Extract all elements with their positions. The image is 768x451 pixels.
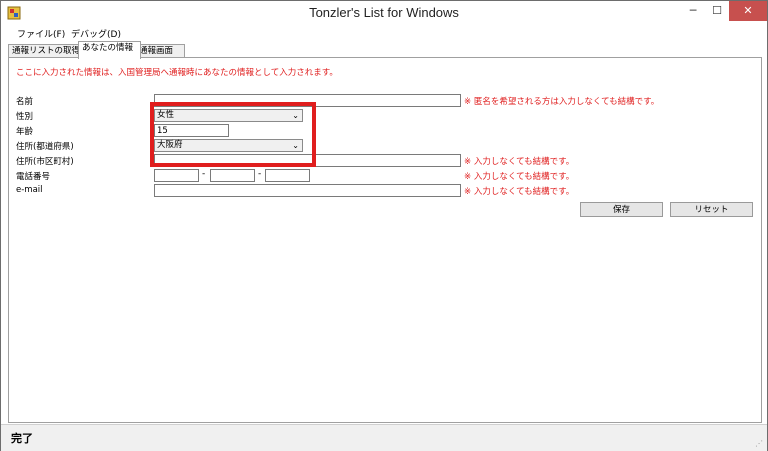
tab-strip: 通報リストの取得 あなたの情報 通報画面 [1, 41, 767, 59]
your-info-panel: ここに入力された情報は、入国管理局へ通報時にあなたの情報として入力されます。 名… [8, 57, 762, 423]
reset-button[interactable]: リセット [670, 202, 753, 217]
prefecture-label: 住所(都道府県) [16, 142, 74, 152]
menu-bar: ファイル(F) デバッグ(D) [1, 25, 767, 41]
highlight-box [150, 102, 316, 167]
window-title: Tonzler's List for Windows [309, 5, 459, 20]
app-window: Tonzler's List for Windows ─ ☐ ✕ ファイル(F)… [0, 0, 768, 451]
tab-your-info[interactable]: あなたの情報 [78, 41, 141, 59]
phone-hint: ※ 入力しなくても結構です。 [464, 172, 575, 182]
tab-report-screen[interactable]: 通報画面 [135, 44, 185, 58]
info-notice: ここに入力された情報は、入国管理局へ通報時にあなたの情報として入力されます。 [16, 68, 338, 78]
status-bar: 完了 ⋰ [1, 424, 767, 451]
phone-part3-input[interactable] [265, 169, 310, 182]
status-text: 完了 [11, 432, 33, 445]
email-label: e-mail [16, 185, 43, 195]
name-label: 名前 [16, 97, 34, 107]
gender-label: 性別 [16, 112, 34, 122]
city-hint: ※ 入力しなくても結構です。 [464, 157, 575, 167]
phone-separator: - [202, 169, 206, 179]
phone-part2-input[interactable] [210, 169, 255, 182]
email-hint: ※ 入力しなくても結構です。 [464, 187, 575, 197]
age-label: 年齢 [16, 127, 34, 137]
close-button[interactable]: ✕ [729, 1, 767, 21]
save-button[interactable]: 保存 [580, 202, 663, 217]
tab-fetch-list[interactable]: 通報リストの取得 [8, 44, 84, 58]
phone-label: 電話番号 [16, 172, 51, 182]
city-label: 住所(市区町村) [16, 157, 74, 167]
resize-grip-icon[interactable]: ⋰ [755, 439, 763, 448]
phone-part1-input[interactable] [154, 169, 199, 182]
minimize-button[interactable]: ─ [681, 1, 705, 21]
phone-separator: - [258, 169, 262, 179]
menu-file[interactable]: ファイル(F) [17, 27, 65, 40]
title-bar[interactable]: Tonzler's List for Windows ─ ☐ ✕ [1, 1, 767, 25]
email-input[interactable] [154, 184, 461, 197]
menu-debug[interactable]: デバッグ(D) [71, 27, 121, 40]
name-hint: ※ 匿名を希望される方は入力しなくても結構です。 [464, 97, 660, 107]
maximize-button[interactable]: ☐ [705, 1, 729, 21]
